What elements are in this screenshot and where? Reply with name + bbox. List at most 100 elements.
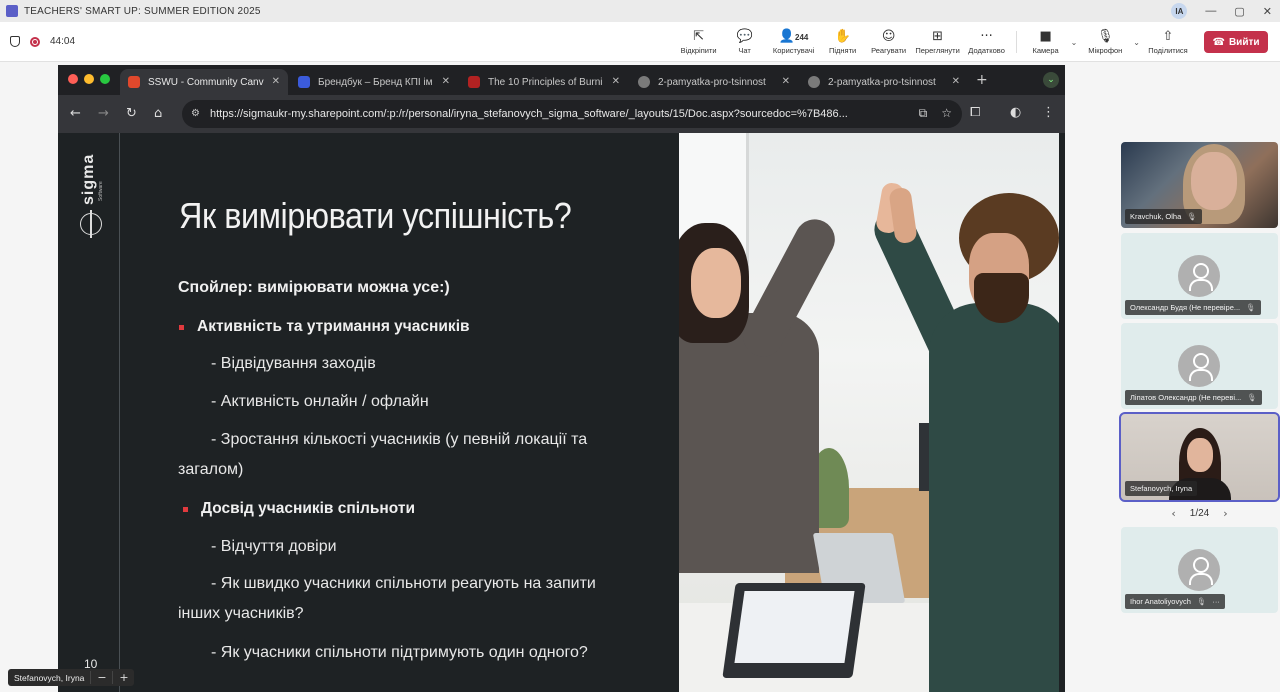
close-button[interactable]: ✕ xyxy=(1263,5,1272,18)
shared-screen: SSWU - Community Canv ✕ Брендбук – Бренд… xyxy=(58,65,1065,692)
photo-laptop-screen xyxy=(734,591,855,663)
more-label: Додатково xyxy=(968,45,1005,55)
maximize-button[interactable]: ▢ xyxy=(1234,5,1244,18)
camera-icon: ■ xyxy=(1039,28,1052,44)
raise-hand-icon: ✋ xyxy=(834,28,851,44)
participant-name: Kravchuk, Olha xyxy=(1130,212,1182,221)
close-tab-icon[interactable]: ✕ xyxy=(782,76,790,87)
more-options-icon[interactable]: ··· xyxy=(1212,597,1220,606)
browser-tabbar: SSWU - Community Canv ✕ Брендбук – Бренд… xyxy=(58,65,1065,95)
tab-title: 2-pamyatka-pro-tsinnost xyxy=(828,76,936,88)
react-icon: ☺ xyxy=(881,28,896,44)
mic-options-chevron-icon[interactable]: ⌄ xyxy=(1133,38,1140,47)
back-arrow-icon[interactable]: ← xyxy=(70,106,81,121)
close-tab-icon[interactable]: ✕ xyxy=(272,76,280,87)
window-titlebar: TEACHERS' SMART UP: SUMMER EDITION 2025 … xyxy=(0,0,1280,22)
logo-subtext: Software xyxy=(98,181,104,201)
tab-title: 2-pamyatka-pro-tsinnost xyxy=(658,76,766,88)
presentation-slide: sigma Software 10 Як вимірювати успішніс… xyxy=(58,133,1065,692)
unpin-label: Відкріпити xyxy=(680,45,717,55)
browser-tab[interactable]: SSWU - Community Canv ✕ xyxy=(120,69,288,95)
leave-button[interactable]: ☎ Вийти xyxy=(1204,31,1268,53)
view-button[interactable]: ⊞ Переглянути xyxy=(912,22,964,62)
slide-subitem: - Відчуття довіри xyxy=(211,538,337,555)
browser-tab[interactable]: 2-pamyatka-pro-tsinnost ✕ xyxy=(800,69,968,95)
slide-subitem: - Як швидко учасники спільноти реагують … xyxy=(211,575,596,592)
zoom-out-button[interactable]: − xyxy=(90,671,112,684)
profile-icon[interactable]: ◐ xyxy=(1010,105,1021,120)
new-tab-icon[interactable]: + xyxy=(976,72,988,88)
mic-button[interactable]: 🎙 Мікрофон xyxy=(1079,22,1131,62)
participant-tile[interactable]: Ліпатов Олександр (Не переві... 🎙 xyxy=(1121,323,1278,409)
close-tab-icon[interactable]: ✕ xyxy=(952,76,960,87)
mic-off-icon: 🎙 xyxy=(1247,393,1257,402)
close-tab-icon[interactable]: ✕ xyxy=(442,76,450,87)
minimize-button[interactable]: — xyxy=(1205,5,1216,17)
site-info-icon[interactable]: ⚙ xyxy=(191,108,200,119)
more-button[interactable]: ··· Додатково xyxy=(964,22,1010,62)
presenter-name: Stefanovych, Iryna xyxy=(14,672,85,683)
share-icon: ⇧ xyxy=(1162,28,1174,44)
photo-woman-face xyxy=(691,248,741,318)
sigma-logo: sigma Software xyxy=(72,153,112,243)
slide-subitem: - Як учасники спільноти підтримують один… xyxy=(211,644,588,661)
share-button[interactable]: ⇧ Поділитися xyxy=(1142,22,1194,62)
chevron-left-icon[interactable]: ‹ xyxy=(1171,507,1175,520)
logo-text: sigma xyxy=(80,153,97,205)
meeting-timer: 44:04 xyxy=(50,36,76,47)
browser-menu-icon[interactable]: ⋮ xyxy=(1042,105,1055,120)
participant-video-face xyxy=(1191,152,1237,210)
view-icon: ⊞ xyxy=(932,28,944,44)
participant-pager: ‹ 1/24 › xyxy=(1121,505,1278,521)
unpin-icon: ⇱ xyxy=(693,28,705,44)
participant-tile-active-speaker[interactable]: Stefanovych, Iryna xyxy=(1119,412,1280,502)
url-field[interactable]: ⚙ https://sigmaukr-my.sharepoint.com/:p:… xyxy=(182,100,962,128)
slide-spoiler: Спойлер: вимірювати можна усе:) xyxy=(178,279,450,296)
shield-icon[interactable] xyxy=(10,36,20,47)
avatar xyxy=(1178,255,1220,297)
people-button[interactable]: 👤244 Користувачі xyxy=(768,22,820,62)
raise-hand-button[interactable]: ✋ Підняти xyxy=(820,22,866,62)
presenter-label: Stefanovych, Iryna − + xyxy=(8,669,135,686)
participant-video-face xyxy=(1187,438,1213,472)
participant-tile[interactable]: Ihor Anatoliyovych 🎙 ··· xyxy=(1121,527,1278,613)
browser-addressbar: ← → ↻ ⌂ ⚙ https://sigmaukr-my.sharepoint… xyxy=(58,95,1065,133)
teams-logo-icon xyxy=(6,5,18,17)
avatar xyxy=(1178,549,1220,591)
browser-tab[interactable]: Брендбук – Бренд КПІ ім ✕ xyxy=(290,69,458,95)
react-button[interactable]: ☺ Реагувати xyxy=(866,22,912,62)
photo-laptop xyxy=(722,583,866,678)
browser-tab[interactable]: 2-pamyatka-pro-tsinnost ✕ xyxy=(630,69,798,95)
bookmark-star-icon[interactable]: ☆ xyxy=(941,106,952,121)
home-icon[interactable]: ⌂ xyxy=(154,106,162,121)
forward-arrow-icon[interactable]: → xyxy=(98,106,109,121)
translate-icon[interactable]: ⧉ xyxy=(919,106,928,121)
chat-button[interactable]: 💬 Чат xyxy=(722,22,768,62)
participant-name: Stefanovych, Iryna xyxy=(1130,484,1193,493)
slide-bullet: Активність та утримання учасників xyxy=(179,318,470,335)
participant-tile[interactable]: Kravchuk, Olha 🎙 xyxy=(1121,142,1278,228)
participant-count: 244 xyxy=(795,32,809,42)
unpin-button[interactable]: ⇱ Відкріпити xyxy=(676,22,722,62)
chevron-right-icon[interactable]: › xyxy=(1223,507,1227,520)
tab-search-chevron-icon[interactable]: ⌄ xyxy=(1043,72,1059,88)
zoom-in-button[interactable]: + xyxy=(112,671,134,684)
window-title: TEACHERS' SMART UP: SUMMER EDITION 2025 xyxy=(24,5,261,17)
participant-nameplate: Ліпатов Олександр (Не переві... 🎙 xyxy=(1125,390,1262,405)
camera-options-chevron-icon[interactable]: ⌄ xyxy=(1071,38,1078,47)
share-label: Поділитися xyxy=(1148,45,1188,55)
window-traffic-lights xyxy=(68,74,110,84)
camera-button[interactable]: ■ Камера xyxy=(1023,22,1069,62)
reload-icon[interactable]: ↻ xyxy=(126,106,137,121)
avatar xyxy=(1178,345,1220,387)
close-tab-icon[interactable]: ✕ xyxy=(612,76,620,87)
extensions-icon[interactable]: ⧠ xyxy=(970,105,980,120)
minimize-dot-icon xyxy=(84,74,94,84)
camera-label: Камера xyxy=(1032,45,1059,55)
toolbar-divider xyxy=(1015,31,1017,53)
tab-title: The 10 Principles of Burni xyxy=(488,76,603,88)
browser-tab[interactable]: The 10 Principles of Burni ✕ xyxy=(460,69,628,95)
high-five-photo xyxy=(679,133,1059,692)
participant-tile[interactable]: Олександр Будя (Не перевіре... 🎙 xyxy=(1121,233,1278,319)
user-avatar[interactable]: IA xyxy=(1171,3,1188,19)
